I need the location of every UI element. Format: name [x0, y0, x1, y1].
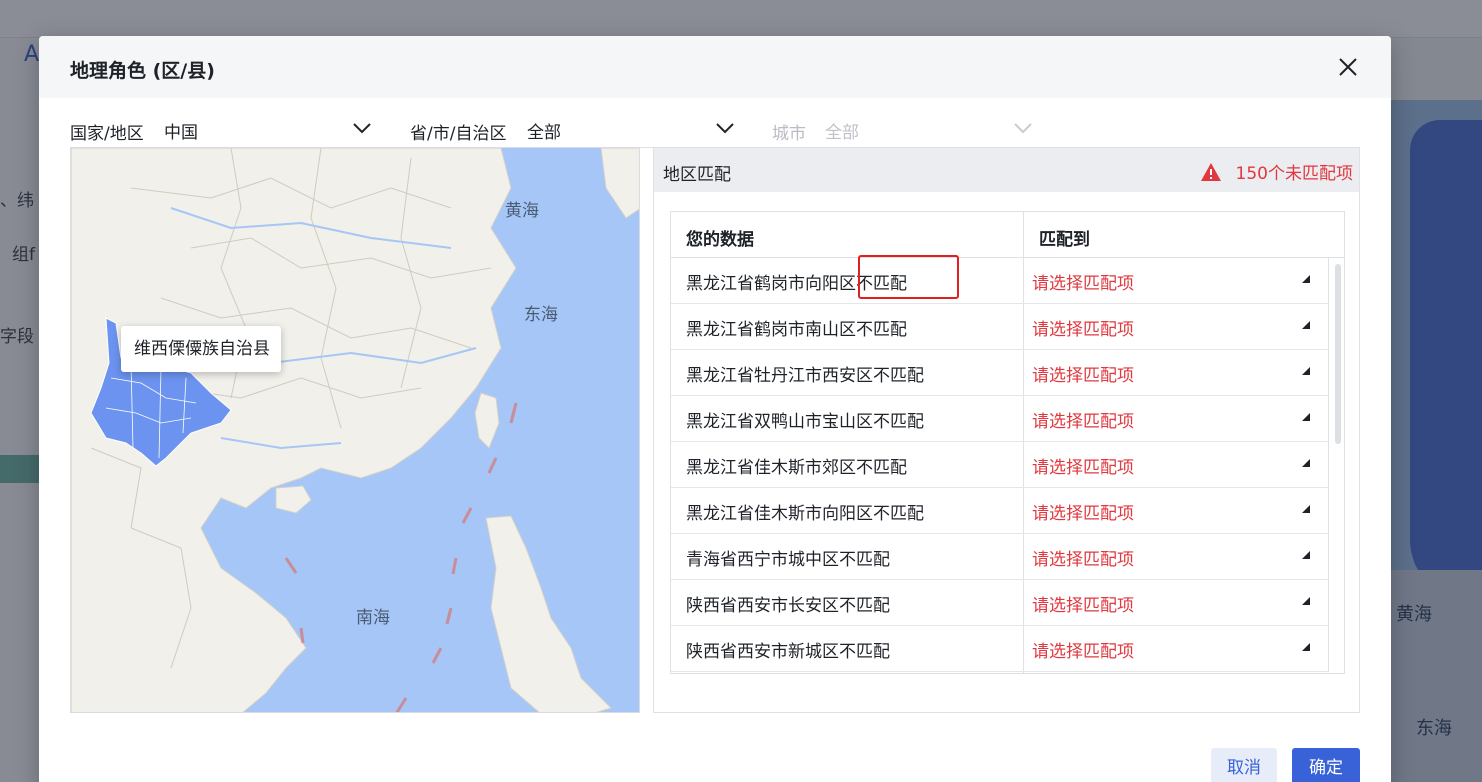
cancel-button[interactable]: 取消 — [1211, 748, 1277, 782]
caret-down-icon[interactable] — [1301, 412, 1311, 422]
warning-triangle-icon — [1200, 162, 1221, 181]
table-scrollbar[interactable] — [1335, 264, 1341, 444]
table-body: 黑龙江省鹤岗市向阳区不匹配 请选择匹配项 黑龙江省鹤岗市南山区不匹配 请选择匹配项 黑龙… — [671, 258, 1329, 672]
annotation-highlight-box — [858, 255, 959, 299]
row-match-select[interactable]: 请选择匹配项 — [1032, 361, 1134, 386]
row-match-select[interactable]: 请选择匹配项 — [1032, 591, 1134, 616]
table-row: 黑龙江省牡丹江市西安区不匹配 请选择匹配项 — [671, 350, 1329, 396]
caret-down-icon[interactable] — [1301, 274, 1311, 284]
row-data-cell: 黑龙江省鹤岗市南山区不匹配 — [686, 320, 907, 340]
caret-down-icon[interactable] — [1301, 458, 1311, 468]
table-row: 黑龙江省鹤岗市南山区不匹配 请选择匹配项 — [671, 304, 1329, 350]
caret-down-icon[interactable] — [1301, 504, 1311, 514]
row-border — [1328, 396, 1329, 442]
panel-header: 地区匹配 150个未匹配项 — [654, 148, 1359, 192]
caret-down-icon[interactable] — [1301, 320, 1311, 330]
caret-down-icon[interactable] — [1301, 366, 1311, 376]
map-canvas — [71, 148, 639, 712]
row-data-cell: 陕西省西安市新城区不匹配 — [686, 642, 890, 662]
row-match-select[interactable]: 请选择匹配项 — [1032, 499, 1134, 524]
row-data-cell: 陕西省西安市长安区不匹配 — [686, 596, 890, 616]
caret-down-icon[interactable] — [1301, 596, 1311, 606]
column-header-match: 匹配到 — [1039, 230, 1090, 250]
province-select[interactable]: 全部 — [527, 112, 735, 148]
map-label-nanhai: 南海 — [356, 608, 390, 628]
dialog-title: 地理角色 (区/县) — [70, 60, 215, 82]
panel-title: 地区匹配 — [663, 165, 731, 185]
row-data-cell: 黑龙江省佳木斯市郊区不匹配 — [686, 458, 907, 478]
country-select-value: 中国 — [164, 123, 198, 143]
map-land-hainan — [275, 485, 312, 514]
chevron-down-icon — [716, 123, 734, 134]
row-border — [1328, 580, 1329, 626]
map-tooltip: 维西傈僳族自治县 — [121, 326, 281, 372]
caret-down-icon[interactable] — [1301, 550, 1311, 560]
table-row: 陕西省西安市长安区不匹配 请选择匹配项 — [671, 580, 1329, 626]
row-border — [1328, 350, 1329, 396]
row-border — [1328, 626, 1329, 672]
row-border — [1328, 304, 1329, 350]
map-label-donghai: 东海 — [524, 305, 558, 325]
row-match-select[interactable]: 请选择匹配项 — [1032, 315, 1134, 340]
map-land-taiwan — [474, 392, 500, 449]
map-land-philippines — [485, 515, 612, 712]
table-row: 陕西省西安市新城区不匹配 请选择匹配项 — [671, 626, 1329, 672]
dialog-header: 地理角色 (区/县) — [39, 36, 1391, 98]
row-match-select[interactable]: 请选择匹配项 — [1032, 269, 1134, 294]
table-header: 您的数据 匹配到 — [671, 212, 1344, 258]
row-data-cell: 青海省西宁市城中区不匹配 — [686, 550, 890, 570]
table-row: 黑龙江省双鸭山市宝山区不匹配 请选择匹配项 — [671, 396, 1329, 442]
row-border — [1328, 442, 1329, 488]
caret-down-icon[interactable] — [1301, 642, 1311, 652]
chevron-down-icon — [353, 123, 371, 134]
city-label: 城市 — [772, 124, 806, 144]
city-select: 全部 — [825, 112, 1033, 148]
row-match-select[interactable]: 请选择匹配项 — [1032, 637, 1134, 662]
table-row: 黑龙江省佳木斯市郊区不匹配 请选择匹配项 — [671, 442, 1329, 488]
row-border — [1328, 534, 1329, 580]
row-border — [1328, 258, 1329, 304]
match-table: 您的数据 匹配到 黑龙江省鹤岗市向阳区不匹配 请选择匹配项 黑龙江省鹤岗市南山区不匹… — [670, 211, 1345, 674]
row-data-cell: 黑龙江省双鸭山市宝山区不匹配 — [686, 412, 924, 432]
geo-role-dialog: 地理角色 (区/县) 国家/地区 中国 省/市/自治区 全部 城市 全部 黄海 … — [39, 36, 1391, 782]
confirm-button[interactable]: 确定 — [1292, 748, 1360, 782]
row-match-select[interactable]: 请选择匹配项 — [1032, 407, 1134, 432]
row-match-select[interactable]: 请选择匹配项 — [1032, 453, 1134, 478]
map-land-korea — [600, 148, 639, 219]
table-row: 黑龙江省佳木斯市向阳区不匹配 请选择匹配项 — [671, 488, 1329, 534]
country-select[interactable]: 中国 — [164, 112, 372, 148]
table-row: 黑龙江省鹤岗市向阳区不匹配 请选择匹配项 — [671, 258, 1329, 304]
province-label: 省/市/自治区 — [410, 124, 507, 144]
map-preview[interactable]: 黄海 东海 南海 维西傈僳族自治县 — [70, 147, 640, 713]
row-data-cell: 黑龙江省牡丹江市西安区不匹配 — [686, 366, 924, 386]
row-border — [1328, 488, 1329, 534]
unmatched-warning: 150个未匹配项 — [1200, 159, 1353, 184]
province-select-value: 全部 — [527, 123, 561, 143]
row-match-select[interactable]: 请选择匹配项 — [1032, 545, 1134, 570]
region-match-panel: 地区匹配 150个未匹配项 您的数据 匹配到 黑龙江省鹤岗市向阳区不匹配 请选择匹… — [653, 147, 1360, 713]
column-header-data: 您的数据 — [686, 230, 754, 250]
country-label: 国家/地区 — [70, 124, 144, 144]
table-row: 青海省西宁市城中区不匹配 请选择匹配项 — [671, 534, 1329, 580]
chevron-down-icon — [1014, 123, 1032, 134]
row-data-cell: 黑龙江省佳木斯市向阳区不匹配 — [686, 504, 924, 524]
unmatched-count: 150个未匹配项 — [1235, 164, 1353, 184]
map-label-huanghai: 黄海 — [505, 201, 539, 221]
city-select-value: 全部 — [825, 123, 859, 143]
close-icon[interactable] — [1335, 54, 1361, 80]
